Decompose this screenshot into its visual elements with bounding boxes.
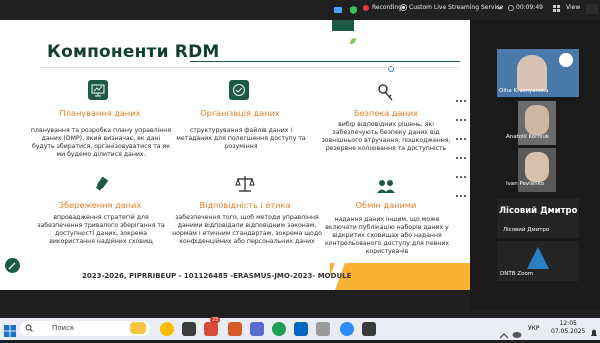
active-speaker-tile[interactable]: Лісовий Дмитро Лісовий Дмитро <box>497 198 579 238</box>
scales-icon <box>235 175 255 197</box>
broadcast-icon <box>400 4 407 11</box>
search-icon <box>25 324 33 332</box>
decor-dot-grid <box>455 88 467 202</box>
folder-icon <box>229 80 249 100</box>
speaker-label: Лісовий Дмитро <box>503 227 550 233</box>
windows-taskbar: Поиск 25 УКР 12:05 07.05.2025 <box>0 317 600 343</box>
window-control[interactable] <box>586 4 598 14</box>
participant-name: Ivan Pavlenko <box>506 181 544 187</box>
card-title-sharing: Обмін даними <box>355 200 417 210</box>
widgets-icon <box>130 322 146 334</box>
participant-tile[interactable]: Olha Krasnyanska <box>497 49 579 97</box>
participant-name: Olha Krasnyanska <box>499 88 549 94</box>
recording-label: Recording <box>372 4 403 11</box>
shared-slide: Компоненти RDM Планування даних плануван… <box>0 20 470 290</box>
mail-icon[interactable]: 25 <box>204 317 221 336</box>
search-placeholder: Поиск <box>52 324 75 332</box>
zoom-app-icon <box>334 6 342 16</box>
clock-icon <box>508 4 514 11</box>
participant-video <box>525 105 549 135</box>
card-text-organization: структурування файлів даних і метаданих … <box>176 127 306 150</box>
annotate-button[interactable] <box>5 258 20 273</box>
timer: 00:09:49 <box>508 4 543 11</box>
leaf-icon <box>349 30 357 49</box>
taskbar-search[interactable]: Поиск <box>20 321 150 336</box>
meeting-background <box>0 290 470 318</box>
file-explorer-icon[interactable] <box>316 322 330 336</box>
notification-icon[interactable] <box>590 323 598 342</box>
app-icon[interactable] <box>250 322 264 336</box>
card-title-organization: Організація даних <box>200 108 280 118</box>
chart-board-icon <box>88 80 108 100</box>
windows-start-icon[interactable] <box>4 322 16 341</box>
participant-video <box>517 55 547 91</box>
clock-time: 12:05 <box>559 320 577 327</box>
participant-tile[interactable]: DNTB Zoom <box>497 241 579 281</box>
grid-icon[interactable] <box>553 5 560 14</box>
notification-badge: 25 <box>210 317 221 323</box>
shield-icon <box>350 6 357 16</box>
stream-label: Custom Live Streaming Service <box>409 4 504 11</box>
app-icon[interactable] <box>228 322 242 336</box>
live-stream-indicator[interactable]: Custom Live Streaming Service <box>400 4 503 11</box>
card-text-compliance: забезпечення того, щоб методи управління… <box>172 214 322 245</box>
browser-icon[interactable] <box>272 322 286 336</box>
slide-title: Компоненти RDM <box>47 42 220 62</box>
title-divider <box>190 61 460 62</box>
chevron-up-icon[interactable] <box>499 324 509 343</box>
participants-panel: Olha Krasnyanska Anatolii Korniuk Ivan P… <box>470 20 600 310</box>
clock-date: 07.05.2025 <box>551 328 586 335</box>
cloud-icon[interactable] <box>512 323 522 342</box>
usb-drive-icon <box>92 175 110 197</box>
view-button[interactable]: View <box>566 4 580 11</box>
chrome-icon[interactable] <box>160 322 174 336</box>
streaming-toolbar: Recording Custom Live Streaming Service … <box>0 0 600 20</box>
record-dot-icon <box>363 4 369 11</box>
language-indicator[interactable]: УКР <box>528 325 540 332</box>
card-text-sharing: надання даних іншим, що може включати пу… <box>324 216 450 255</box>
speaker-name: Лісовий Дмитро <box>499 206 578 216</box>
card-title-security: Безпека даних <box>353 108 419 118</box>
participant-name: Anatolii Korniuk <box>506 134 550 140</box>
card-title-planning: Планування даних <box>59 108 141 118</box>
card-text-preservation: впровадження стратегій для забезпечення … <box>37 214 165 245</box>
recording-indicator[interactable]: Recording <box>363 4 402 11</box>
card-text-security: вибір відповідних рішень, які забезпечую… <box>321 121 451 152</box>
card-title-compliance: Відповідність і етика <box>199 200 291 210</box>
dntb-logo-icon <box>525 245 551 271</box>
chevron-down-icon[interactable] <box>496 5 504 13</box>
title-divider-light <box>40 67 460 68</box>
store-icon[interactable] <box>294 322 308 336</box>
slide-footer-text: 2023-2026, PIPRRIBEUP - 101126485 -ERASM… <box>82 272 352 280</box>
app-icon[interactable] <box>362 322 376 336</box>
timer-value: 00:09:49 <box>516 4 543 11</box>
task-view-icon[interactable] <box>182 322 196 336</box>
university-logo-icon <box>559 53 573 67</box>
system-clock[interactable]: 12:05 07.05.2025 <box>551 320 585 336</box>
zoom-icon[interactable] <box>340 322 354 336</box>
participant-video <box>525 152 549 182</box>
card-title-preservation: Збереження даних <box>58 200 142 210</box>
key-lock-icon <box>374 82 396 108</box>
participant-name: DNTB Zoom <box>500 271 534 277</box>
view-label: View <box>566 4 581 11</box>
card-text-planning: планування та розробка плану управління … <box>30 127 172 158</box>
pen-icon <box>8 262 16 270</box>
people-icon <box>376 178 396 198</box>
